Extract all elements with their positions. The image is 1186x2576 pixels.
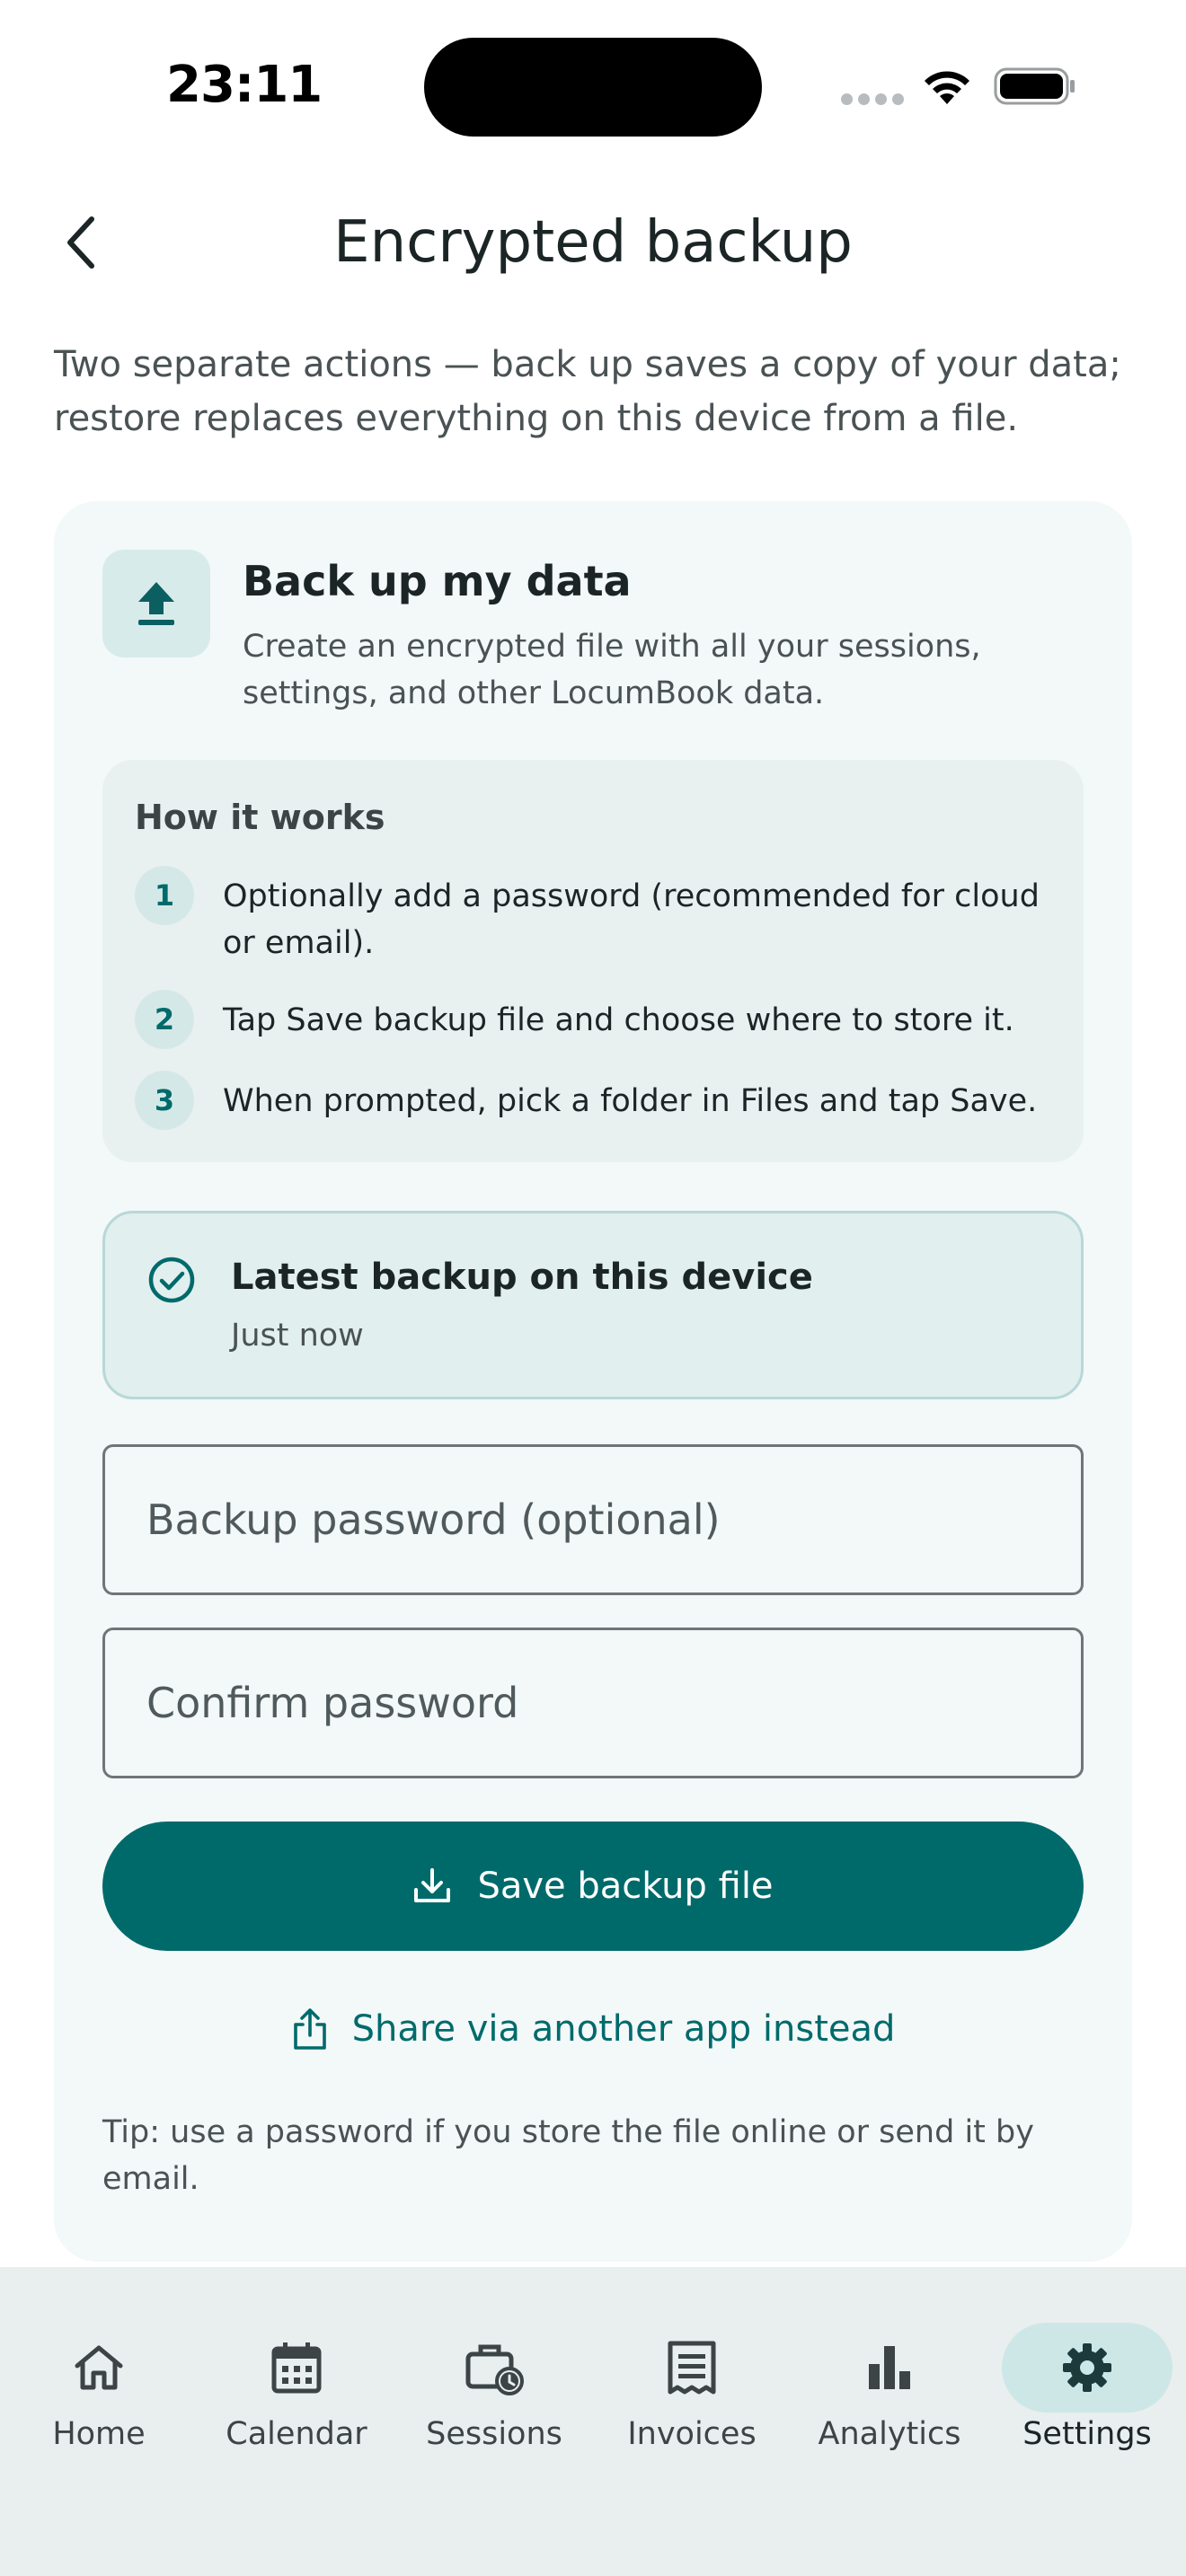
status-bar: 23:11: [0, 0, 1186, 153]
share-link[interactable]: Share via another app instead: [54, 2007, 1132, 2051]
share-icon: [293, 2008, 326, 2050]
intro-text: Two separate actions — back up saves a c…: [54, 344, 1121, 439]
tab-invoices[interactable]: Invoices: [593, 2303, 791, 2452]
step-text: Tap Save backup file and choose where to…: [223, 1002, 1014, 1038]
dynamic-island: [424, 38, 762, 137]
latest-backup-box: Latest backup on this device Just now: [102, 1211, 1084, 1399]
tip-text: Tip: use a password if you store the fil…: [102, 2114, 1034, 2197]
check-circle-icon: [148, 1257, 195, 1303]
tab-calendar[interactable]: Calendar: [198, 2303, 395, 2452]
status-time: 23:11: [166, 56, 323, 114]
tab-settings[interactable]: Settings: [988, 2303, 1186, 2452]
backup-password-input[interactable]: [102, 1444, 1084, 1595]
tab-label: Settings: [1022, 2416, 1152, 2452]
tab-analytics[interactable]: Analytics: [791, 2303, 988, 2452]
latest-backup-title: Latest backup on this device: [231, 1257, 813, 1298]
tab-bar: Home Calendar Sessions Invoices Analytic…: [0, 2267, 1186, 2576]
briefcase-clock-icon: [465, 2344, 524, 2395]
step-number: 3: [135, 1071, 194, 1130]
receipt-icon: [668, 2341, 716, 2395]
calendar-icon: [271, 2342, 322, 2394]
latest-backup-time: Just now: [231, 1318, 364, 1354]
step-text: When prompted, pick a folder in Files an…: [223, 1083, 1038, 1119]
home-icon: [75, 2345, 123, 2390]
cellular-signal-icon: [841, 93, 904, 106]
how-it-works-title: How it works: [135, 798, 385, 837]
step-number: 2: [135, 990, 194, 1049]
how-it-works-box: How it works 1 Optionally add a password…: [102, 760, 1084, 1162]
gear-icon: [1063, 2343, 1111, 2392]
upload-icon: [138, 582, 174, 625]
step-text: Optionally add a password (recommended f…: [223, 878, 1040, 961]
card-title: Back up my data: [243, 557, 632, 605]
page-title: Encrypted backup: [333, 209, 853, 276]
tab-sessions[interactable]: Sessions: [395, 2303, 593, 2452]
save-backup-button[interactable]: Save backup file: [102, 1822, 1084, 1951]
card-description: Create an encrypted file with all your s…: [243, 629, 981, 711]
wifi-icon: [925, 71, 969, 104]
step-number: 1: [135, 866, 194, 925]
share-label: Share via another app instead: [351, 2008, 896, 2050]
save-backup-label: Save backup file: [477, 1866, 774, 1907]
nav-header: Encrypted backup: [0, 180, 1186, 305]
upload-tile: [102, 550, 210, 657]
backup-card: Back up my data Create an encrypted file…: [54, 501, 1132, 2262]
download-icon: [414, 1868, 451, 1902]
battery-icon: [994, 67, 1075, 105]
confirm-password-input[interactable]: [102, 1628, 1084, 1778]
bar-chart-icon: [869, 2346, 910, 2389]
tab-home[interactable]: Home: [0, 2303, 198, 2452]
